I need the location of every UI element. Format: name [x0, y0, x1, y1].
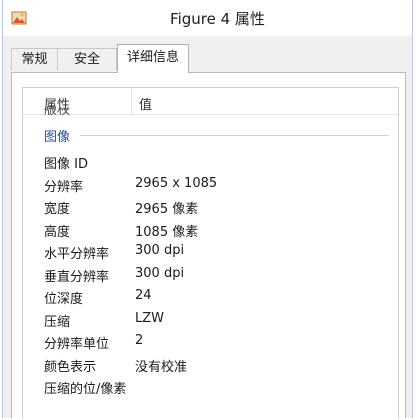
property-value: 300 dpi — [135, 243, 185, 258]
property-value: 没有校准 — [135, 359, 188, 375]
property-rows: 图像 ID 分辨率 2965 x 1085 宽度 2965 像素 高度 1085 像素… — [23, 150, 398, 398]
table-row[interactable]: 垂直分辨率 300 dpi — [23, 263, 398, 286]
property-name: 水平分辨率 — [44, 247, 110, 262]
window-title: Figure 4 属性 — [170, 10, 265, 28]
property-value: 300 dpi — [135, 265, 185, 281]
property-name: 宽度 — [44, 202, 71, 217]
property-name: 压缩的位/像素 — [44, 382, 127, 397]
properties-window: Figure 4 属性 常规 安全 详细信息 属性 值 版权 图像 图像 ID … — [2, 0, 413, 419]
group-divider — [80, 135, 389, 136]
tab-security[interactable]: 安全 — [57, 48, 117, 70]
table-row[interactable]: 压缩的位/像素 — [23, 375, 398, 398]
property-name: 分辨率单位 — [44, 337, 110, 352]
list-header: 属性 值 — [23, 88, 398, 115]
table-row[interactable]: 水平分辨率 300 dpi — [23, 240, 398, 263]
property-value: 2965 x 1085 — [135, 175, 218, 191]
table-row[interactable]: 位深度 24 — [23, 285, 398, 308]
group-label: 图像 — [44, 126, 75, 145]
details-panel: 属性 值 版权 图像 图像 ID 分辨率 2965 x 1085 宽度 2965 像… — [11, 72, 406, 419]
property-list[interactable]: 属性 值 版权 图像 图像 ID 分辨率 2965 x 1085 宽度 2965 像… — [22, 87, 399, 419]
property-name: 图像 ID — [44, 157, 88, 172]
column-header-value[interactable]: 值 — [139, 94, 152, 113]
table-row[interactable]: 分辨率单位 2 — [23, 330, 398, 353]
tab-strip: 常规 安全 详细信息 — [3, 40, 412, 73]
property-value: 2965 像素 — [135, 202, 199, 217]
property-value: 1085 像素 — [135, 224, 199, 240]
group-header-image: 图像 — [44, 126, 389, 146]
title-bar[interactable]: Figure 4 属性 — [3, 0, 412, 36]
property-value: 2 — [135, 333, 144, 348]
property-name: 垂直分辨率 — [44, 269, 110, 285]
column-divider[interactable] — [131, 88, 132, 114]
property-value: 24 — [135, 288, 152, 303]
property-name: 高度 — [44, 224, 71, 240]
property-name: 颜色表示 — [44, 359, 97, 375]
property-name: 位深度 — [44, 292, 84, 307]
table-row[interactable]: 宽度 2965 像素 — [23, 195, 398, 218]
table-row[interactable]: 分辨率 2965 x 1085 — [23, 173, 398, 196]
table-row[interactable]: 图像 ID — [23, 150, 398, 173]
partial-row-copyright: 版权 — [44, 107, 71, 115]
tab-general[interactable]: 常规 — [11, 48, 58, 70]
tab-details[interactable]: 详细信息 — [117, 44, 189, 73]
table-row[interactable]: 颜色表示 没有校准 — [23, 353, 398, 376]
property-name: 压缩 — [44, 314, 71, 330]
table-row[interactable]: 高度 1085 像素 — [23, 218, 398, 241]
property-name: 分辨率 — [44, 179, 84, 195]
table-row[interactable]: 压缩 LZW — [23, 308, 398, 331]
property-value: LZW — [135, 310, 165, 326]
